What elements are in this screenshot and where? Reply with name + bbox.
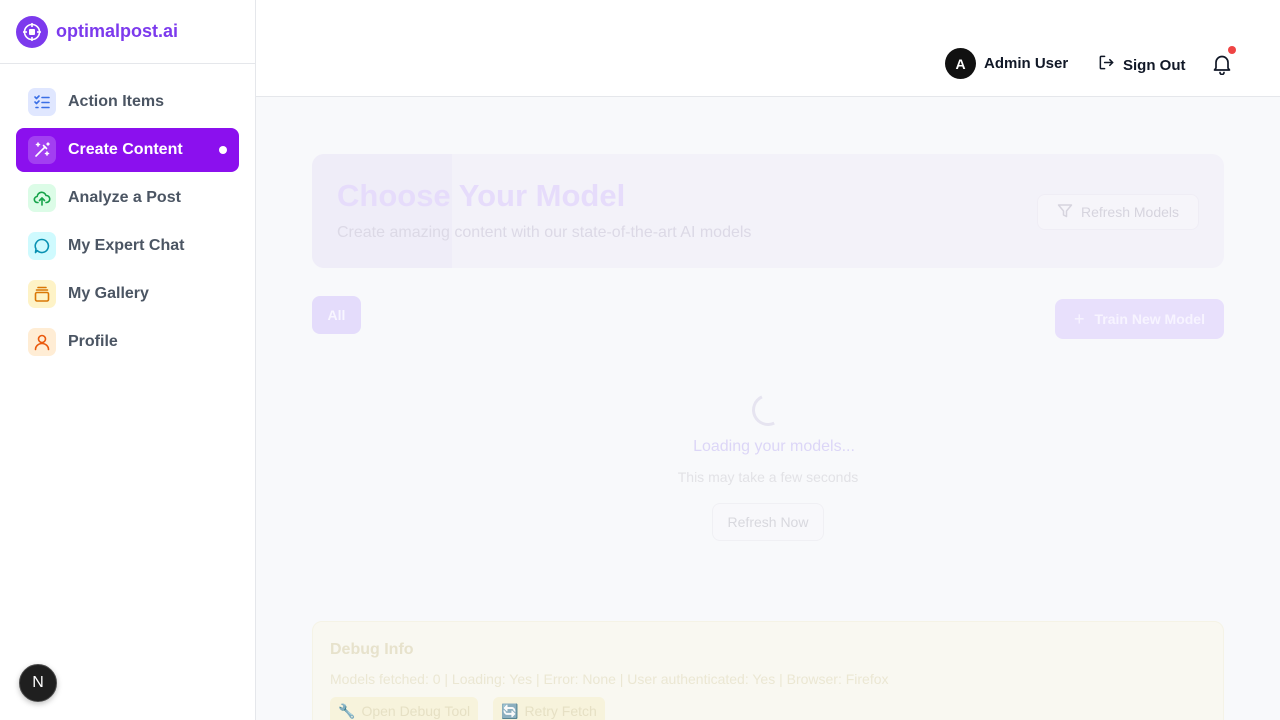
debug-panel: Debug Info Models fetched: 0 | Loading: … xyxy=(312,621,1224,720)
sign-out-label: Sign Out xyxy=(1123,56,1186,74)
retry-fetch-label: Retry Fetch xyxy=(524,703,597,719)
loading-subtext: This may take a few seconds xyxy=(677,469,859,485)
sidebar-item-label: Action Items xyxy=(68,93,165,110)
user-icon xyxy=(28,328,56,356)
sidebar-nav: Action Items Create Content Analyze a Po… xyxy=(0,64,255,364)
top-header: A Admin User Sign Out xyxy=(256,0,1280,97)
loading-text: Loading your models... xyxy=(693,438,855,455)
brand[interactable]: optimalpost.ai xyxy=(0,0,255,64)
bell-icon xyxy=(1212,55,1232,79)
notification-dot xyxy=(1228,46,1236,54)
retry-icon: 🔄 xyxy=(501,702,519,719)
page-subtitle: Create amazing content with our state-of… xyxy=(337,224,752,241)
debug-info: Models fetched: 0 | Loading: Yes | Error… xyxy=(330,671,889,687)
main-content: Choose Your Model Create amazing content… xyxy=(256,97,1280,720)
sidebar: optimalpost.ai Action Items Create Conte… xyxy=(0,0,256,720)
loading-spinner-icon xyxy=(747,389,789,431)
sidebar-item-my-expert-chat[interactable]: My Expert Chat xyxy=(16,224,239,268)
sidebar-item-action-items[interactable]: Action Items xyxy=(16,80,239,124)
gallery-stack-icon xyxy=(28,280,56,308)
sign-out-icon xyxy=(1098,54,1115,76)
brand-logo-icon xyxy=(16,15,48,48)
chat-bubble-icon xyxy=(28,232,56,260)
framework-badge[interactable]: N xyxy=(19,664,57,702)
sidebar-item-my-gallery[interactable]: My Gallery xyxy=(16,272,239,316)
sign-out-button[interactable]: Sign Out xyxy=(1098,54,1186,76)
cloud-upload-icon xyxy=(28,184,56,212)
user-name: Admin User xyxy=(984,55,1069,72)
sidebar-item-label: Analyze a Post xyxy=(68,189,181,206)
sidebar-item-label: Create Content xyxy=(68,141,183,158)
filter-icon xyxy=(1057,203,1073,222)
sidebar-item-create-content[interactable]: Create Content xyxy=(16,128,239,172)
tab-all[interactable]: All xyxy=(312,296,361,334)
sidebar-item-profile[interactable]: Profile xyxy=(16,320,239,364)
wrench-icon: 🔧 xyxy=(338,702,356,719)
retry-fetch-button[interactable]: 🔄 Retry Fetch xyxy=(493,697,605,720)
checklist-icon xyxy=(28,88,56,116)
refresh-models-button[interactable]: Refresh Models xyxy=(1037,194,1199,230)
sidebar-item-analyze-a-post[interactable]: Analyze a Post xyxy=(16,176,239,220)
train-new-model-label: Train New Model xyxy=(1094,311,1205,327)
refresh-models-label: Refresh Models xyxy=(1080,204,1180,220)
debug-title: Debug Info xyxy=(330,641,414,658)
page-title: Choose Your Model xyxy=(337,178,626,213)
model-header-card: Choose Your Model Create amazing content… xyxy=(312,154,1224,268)
notifications-button[interactable] xyxy=(1212,46,1236,76)
plus-icon: + xyxy=(1074,308,1085,329)
active-indicator-dot xyxy=(219,146,227,154)
sidebar-item-label: Profile xyxy=(68,333,118,350)
user-menu[interactable]: A Admin User xyxy=(945,48,1068,79)
magic-wand-icon xyxy=(28,136,56,164)
train-new-model-button[interactable]: + Train New Model xyxy=(1055,299,1224,339)
open-debug-tool-label: Open Debug Tool xyxy=(361,703,471,719)
sidebar-item-label: My Gallery xyxy=(68,285,149,302)
refresh-now-button[interactable]: Refresh Now xyxy=(712,503,824,541)
open-debug-tool-button[interactable]: 🔧 Open Debug Tool xyxy=(330,697,479,720)
avatar: A xyxy=(945,48,976,79)
sidebar-item-label: My Expert Chat xyxy=(68,237,185,254)
brand-name: optimalpost.ai xyxy=(56,21,179,41)
